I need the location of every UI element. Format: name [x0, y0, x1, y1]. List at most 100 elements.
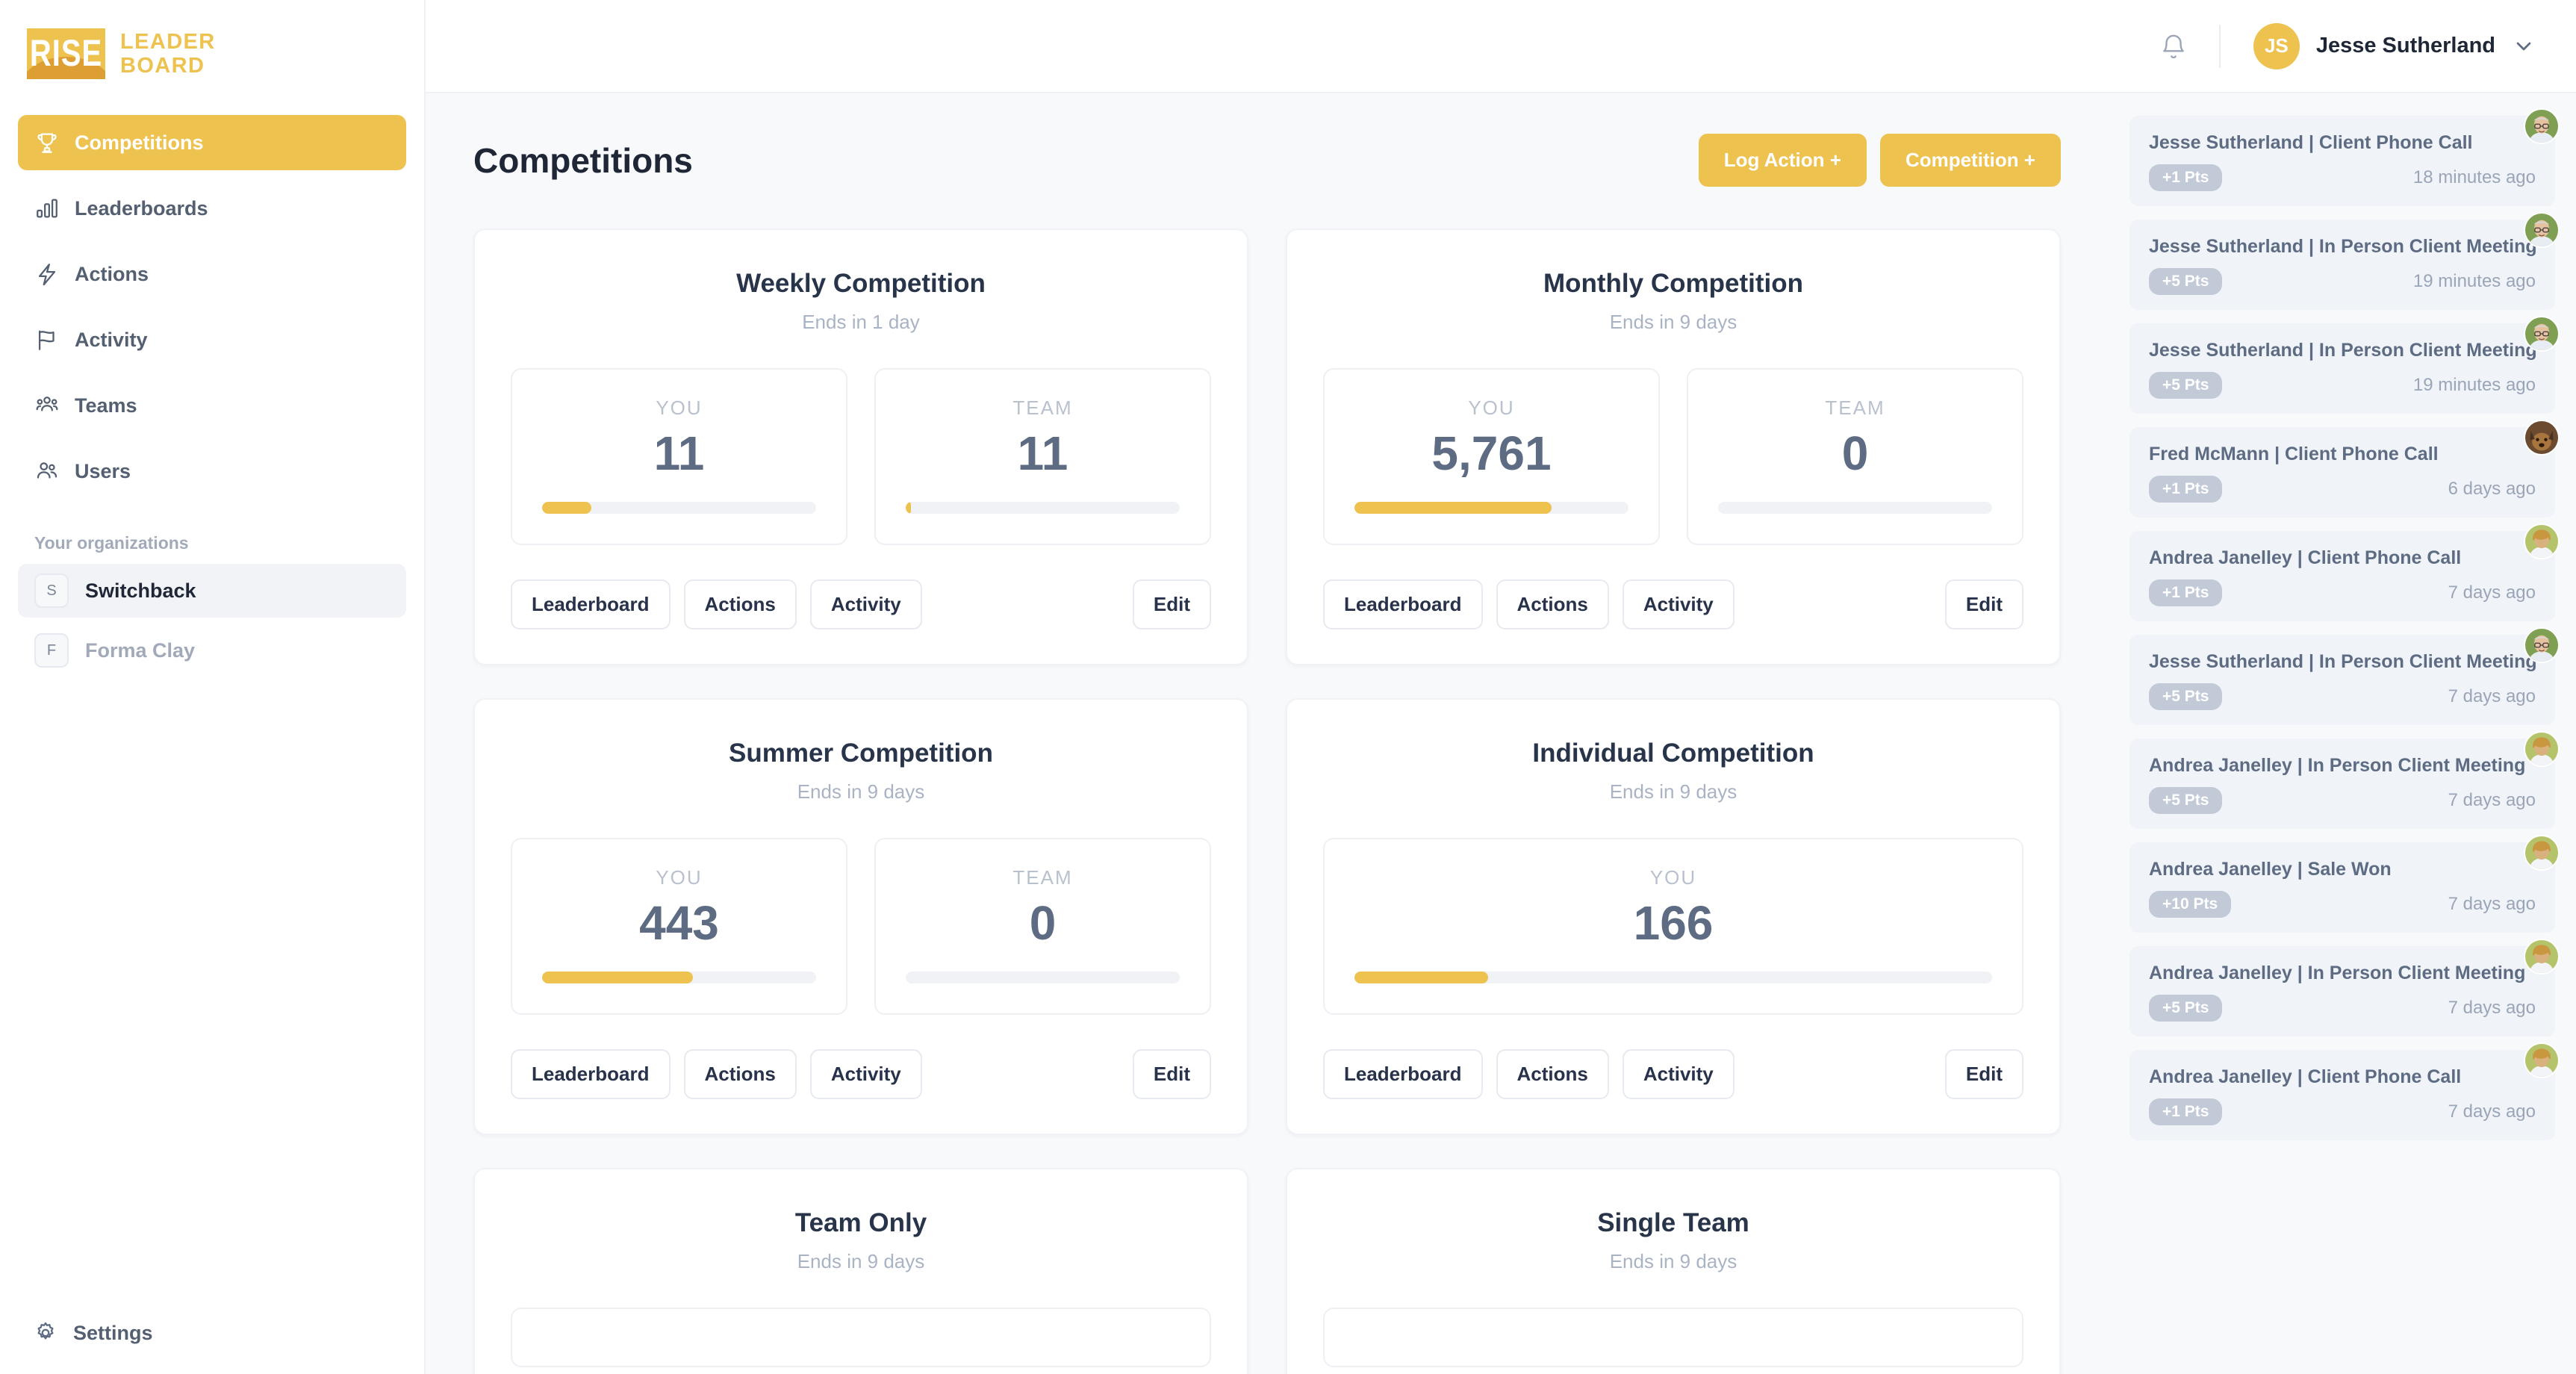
- activity-meta: +1 Pts 7 days ago: [2149, 1098, 2536, 1125]
- org-name: Switchback: [85, 579, 196, 602]
- activity-timestamp: 19 minutes ago: [2412, 375, 2536, 395]
- activity-timestamp: 6 days ago: [2448, 479, 2536, 499]
- edit-button[interactable]: Edit: [1132, 579, 1211, 630]
- sidebar-item-actions[interactable]: Actions: [18, 246, 406, 302]
- sidebar-item-competitions[interactable]: Competitions: [18, 115, 406, 170]
- people-group-icon: [34, 393, 60, 418]
- stat-value: 0: [1841, 426, 1869, 480]
- brand-logo[interactable]: RISE LEADER BOARD: [0, 0, 424, 79]
- gear-icon: [33, 1320, 58, 1346]
- activity-button[interactable]: Activity: [809, 579, 922, 630]
- activity-item[interactable]: Andrea Janelley | In Person Client Meeti…: [2129, 939, 2560, 1036]
- activity-button[interactable]: Activity: [809, 1049, 922, 1100]
- org-item-forma-clay[interactable]: F Forma Clay: [18, 624, 406, 677]
- stat-box-team: TEAM 0: [1687, 368, 2023, 546]
- progress-bar: [1354, 972, 1992, 984]
- org-avatar: S: [34, 573, 69, 608]
- actions-button[interactable]: Actions: [1496, 579, 1609, 630]
- edit-button[interactable]: Edit: [1944, 579, 2023, 630]
- competition-title: Weekly Competition: [736, 269, 986, 298]
- activity-timestamp: 7 days ago: [2448, 894, 2536, 914]
- activity-meta: +1 Pts 6 days ago: [2149, 476, 2536, 503]
- activity-item[interactable]: Jesse Sutherland | In Person Client Meet…: [2129, 627, 2560, 725]
- sidebar-item-settings[interactable]: Settings: [0, 1292, 424, 1374]
- activity-meta: +5 Pts 7 days ago: [2149, 787, 2536, 814]
- activity-timestamp: 7 days ago: [2448, 1101, 2536, 1122]
- sidebar: RISE LEADER BOARD Competitions Leaderboa…: [0, 0, 426, 1374]
- card-actions: Leaderboard Actions Activity Edit: [511, 1049, 1211, 1100]
- user-menu[interactable]: JS Jesse Sutherland: [2221, 22, 2536, 69]
- progress-bar-fill: [1354, 502, 1552, 515]
- leaderboard-button[interactable]: Leaderboard: [1323, 1049, 1483, 1100]
- stat-label: YOU: [1649, 866, 1697, 889]
- avatar: [2524, 627, 2560, 663]
- competition-card: Individual Competition Ends in 9 days YO…: [1286, 698, 2061, 1136]
- top-bar: JS Jesse Sutherland: [426, 0, 2576, 93]
- progress-bar: [906, 972, 1180, 984]
- log-action-button[interactable]: Log Action +: [1698, 134, 1867, 187]
- sidebar-item-users[interactable]: Users: [18, 444, 406, 499]
- sidebar-item-label: Leaderboards: [75, 196, 208, 220]
- activity-timestamp: 18 minutes ago: [2412, 167, 2536, 187]
- stat-label: TEAM: [1825, 397, 1885, 419]
- brand-word-line1: LEADER: [120, 29, 216, 54]
- leaderboard-button[interactable]: Leaderboard: [1323, 579, 1483, 630]
- stat-label: TEAM: [1012, 397, 1073, 419]
- activity-item[interactable]: Jesse Sutherland | In Person Client Meet…: [2129, 316, 2560, 414]
- activity-button[interactable]: Activity: [1622, 1049, 1735, 1100]
- sidebar-item-leaderboards[interactable]: Leaderboards: [18, 181, 406, 236]
- activity-item[interactable]: Fred McMann | Client Phone Call +1 Pts 6 d…: [2129, 420, 2560, 517]
- competition-title: Summer Competition: [729, 739, 993, 768]
- activity-timestamp: 7 days ago: [2448, 790, 2536, 810]
- edit-button[interactable]: Edit: [1944, 1049, 2023, 1100]
- progress-bar: [1718, 502, 1992, 515]
- avatar: [2524, 108, 2560, 144]
- add-competition-button[interactable]: Competition +: [1879, 134, 2061, 187]
- lightning-icon: [34, 261, 60, 287]
- progress-bar: [1354, 502, 1628, 515]
- sidebar-item-label: Actions: [75, 262, 149, 285]
- actions-button[interactable]: Actions: [1496, 1049, 1609, 1100]
- competition-title: Single Team: [1597, 1208, 1749, 1238]
- avatar: [2524, 835, 2560, 871]
- sidebar-item-teams[interactable]: Teams: [18, 378, 406, 433]
- sidebar-item-label: Teams: [75, 394, 137, 417]
- activity-item[interactable]: Jesse Sutherland | In Person Client Meet…: [2129, 212, 2560, 310]
- sidebar-nav: Competitions Leaderboards Actions Activi…: [0, 115, 424, 499]
- activity-button[interactable]: Activity: [1622, 579, 1735, 630]
- edit-button[interactable]: Edit: [1132, 1049, 1211, 1100]
- stats-row: YOU 443 TEAM 0: [511, 838, 1211, 1016]
- actions-button[interactable]: Actions: [683, 579, 797, 630]
- activity-item[interactable]: Andrea Janelley | In Person Client Meeti…: [2129, 731, 2560, 829]
- activity-item[interactable]: Andrea Janelley | Sale Won +10 Pts 7 days …: [2129, 835, 2560, 933]
- user-name: Jesse Sutherland: [2315, 34, 2495, 57]
- progress-bar-fill: [542, 502, 592, 515]
- content-area: Competitions Log Action + Competition + …: [426, 93, 2576, 1374]
- activity-timestamp: 7 days ago: [2448, 998, 2536, 1018]
- points-badge: +1 Pts: [2149, 579, 2223, 606]
- actions-button[interactable]: Actions: [683, 1049, 797, 1100]
- stat-label: YOU: [1468, 397, 1515, 419]
- competition-title: Team Only: [794, 1208, 927, 1238]
- activity-item[interactable]: Andrea Janelley | Client Phone Call +1 Pt…: [2129, 523, 2560, 621]
- progress-bar: [542, 972, 816, 984]
- stats-row: YOU 166: [1323, 838, 2023, 1016]
- card-actions: Leaderboard Actions Activity Edit: [1323, 1049, 2023, 1100]
- bell-icon[interactable]: [2128, 32, 2219, 60]
- sidebar-item-activity[interactable]: Activity: [18, 312, 406, 367]
- avatar: JS: [2253, 22, 2300, 69]
- org-item-switchback[interactable]: S Switchback: [18, 564, 406, 618]
- stat-label: TEAM: [1012, 866, 1073, 889]
- competition-card: Single Team Ends in 9 days: [1286, 1168, 2061, 1374]
- stats-row: YOU 5,761 TEAM 0: [1323, 368, 2023, 546]
- competitions-board: Competitions Log Action + Competition + …: [426, 93, 2113, 1374]
- activity-item[interactable]: Jesse Sutherland | Client Phone Call +1 P…: [2129, 108, 2560, 206]
- stat-box-team: [1323, 1308, 2023, 1368]
- avatar: [2524, 420, 2560, 456]
- activity-item[interactable]: Andrea Janelley | Client Phone Call +1 Pt…: [2129, 1042, 2560, 1140]
- leaderboard-button[interactable]: Leaderboard: [511, 579, 671, 630]
- points-badge: +1 Pts: [2149, 164, 2223, 191]
- activity-description: Andrea Janelley | In Person Client Meeti…: [2149, 755, 2526, 776]
- stat-box-you: YOU 443: [511, 838, 847, 1016]
- leaderboard-button[interactable]: Leaderboard: [511, 1049, 671, 1100]
